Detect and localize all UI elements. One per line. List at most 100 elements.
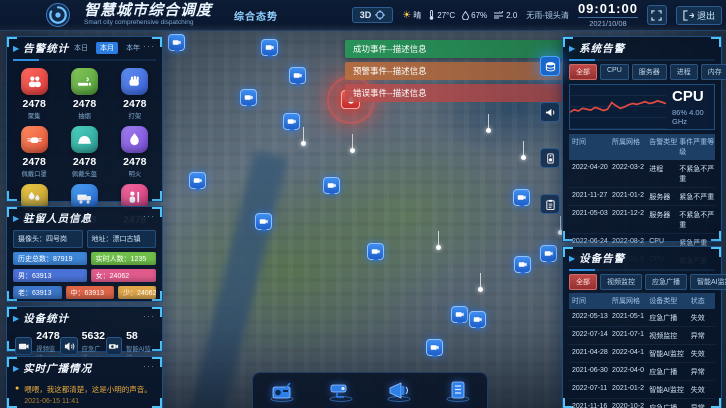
map-camera-marker[interactable] bbox=[289, 67, 306, 84]
map-camera-marker[interactable] bbox=[469, 311, 486, 328]
clock: 09:01:00 2021/10/08 bbox=[578, 2, 638, 28]
stat-bar: 实时人数：1235 bbox=[91, 252, 156, 265]
alarm-stat-open-flame[interactable]: 2478 明火 bbox=[110, 126, 160, 178]
right-icon-strip bbox=[540, 56, 560, 214]
camera-info: 摄像头：四号岗 bbox=[13, 230, 83, 248]
map-camera-marker[interactable] bbox=[240, 89, 257, 106]
map-camera-marker[interactable] bbox=[261, 39, 278, 56]
alarm-horn-icon bbox=[545, 107, 556, 118]
cctv-camera-button[interactable] bbox=[326, 377, 356, 405]
map-camera-marker[interactable] bbox=[514, 256, 531, 273]
ai-camera-icon bbox=[106, 337, 122, 355]
smoking-icon bbox=[71, 68, 98, 95]
alarm-stat-fight[interactable]: 2478 打架 bbox=[110, 68, 160, 120]
tab-overview[interactable]: 综合态势 bbox=[234, 8, 278, 23]
tab-ai[interactable]: 智能AI监控 bbox=[690, 274, 726, 290]
table-row[interactable]: 2021-05-03 2021-12-2 服务器 不紧急不严重 bbox=[569, 206, 715, 234]
camera-icon bbox=[172, 38, 181, 47]
app-title: 智慧城市综合调度 Smart city comprehensive dispat… bbox=[84, 3, 212, 27]
table-row[interactable]: 2022-07-14 2021-07-1 视频监控 异常 bbox=[569, 327, 715, 345]
alarm-stats-tabs: 本日 本月 本年 bbox=[70, 42, 144, 54]
map-poi-dot[interactable] bbox=[486, 128, 491, 133]
tab-today[interactable]: 本日 bbox=[70, 42, 92, 54]
map-camera-marker[interactable] bbox=[451, 306, 468, 323]
broadcast-message: 喂喂，我这都清楚，这是小明的声音。 bbox=[24, 384, 152, 395]
alarm-stat-helmet[interactable]: 2478 佩戴头盔 bbox=[59, 126, 109, 178]
map-poi-dot[interactable] bbox=[478, 287, 483, 292]
logout-icon bbox=[683, 10, 694, 21]
table-row[interactable]: 2021-11-16 2020-10-2 应急广播 异常 bbox=[569, 399, 715, 408]
app-logo-icon bbox=[46, 3, 70, 27]
kiosk-button[interactable] bbox=[443, 377, 473, 405]
strip-speaker-button[interactable] bbox=[540, 148, 560, 168]
top-header: 智慧城市综合调度 Smart city comprehensive dispat… bbox=[0, 0, 726, 31]
cell-time: 2022-07-11 bbox=[569, 385, 612, 395]
table-row[interactable]: 2021-04-28 2022-04-1 智能AI监控 失效 bbox=[569, 345, 715, 363]
more-menu[interactable]: ··· bbox=[143, 211, 155, 221]
alarm-stat-crowd[interactable]: 2478 聚集 bbox=[9, 68, 59, 120]
tab-broadcast[interactable]: 应急广播 bbox=[645, 274, 687, 290]
tab-cpu[interactable]: CPU bbox=[600, 64, 629, 80]
table-row[interactable]: 2022-04-20 2022-03-2 进程 不紧急不严重 bbox=[569, 160, 715, 188]
humidity-value: 67% bbox=[471, 11, 487, 20]
cell-device-type: 视频监控 bbox=[649, 331, 690, 341]
tab-server[interactable]: 服务器 bbox=[632, 64, 667, 80]
map-camera-marker[interactable] bbox=[323, 177, 340, 194]
fullscreen-button[interactable] bbox=[647, 5, 667, 25]
logout-button[interactable]: 退出 bbox=[676, 6, 722, 25]
sun-icon: ☀ bbox=[402, 10, 411, 21]
fight-icon bbox=[121, 68, 148, 95]
map-poi-dot[interactable] bbox=[521, 155, 526, 160]
tab-all[interactable]: 全部 bbox=[569, 274, 597, 290]
personnel-info-row: 摄像头：四号岗 地址：漂口古镇 bbox=[13, 230, 156, 248]
camera-icon bbox=[287, 117, 296, 126]
panel-divider bbox=[13, 59, 156, 61]
tab-memory[interactable]: 内存 bbox=[701, 64, 726, 80]
stat-bar: 男：63913 bbox=[13, 269, 87, 282]
strip-layers-button[interactable] bbox=[540, 56, 560, 76]
strip-alarm-button[interactable] bbox=[540, 102, 560, 122]
table-row[interactable]: 2022-07-11 2021-01-2 智能AI监控 失效 bbox=[569, 381, 715, 399]
map-camera-marker[interactable] bbox=[426, 339, 443, 356]
table-row[interactable]: 2021-06-30 2022-04-0 应急广播 异常 bbox=[569, 363, 715, 381]
tab-this-month[interactable]: 本月 bbox=[96, 42, 118, 54]
mask-icon bbox=[21, 126, 48, 153]
more-menu[interactable]: ··· bbox=[143, 311, 155, 321]
more-menu[interactable]: ··· bbox=[143, 41, 155, 51]
cell-status: 失效 bbox=[691, 385, 715, 395]
alarm-stat-smoking[interactable]: 2478 抽烟 bbox=[59, 68, 109, 120]
alarm-stat-value: 2478 bbox=[59, 98, 109, 110]
cell-grid: 2021-05-1 bbox=[612, 313, 649, 323]
tab-this-year[interactable]: 本年 bbox=[122, 42, 144, 54]
map-camera-marker[interactable] bbox=[367, 243, 384, 260]
strip-report-button[interactable] bbox=[540, 194, 560, 214]
cell-device-type: 智能AI监控 bbox=[649, 385, 690, 395]
cpu-info: CPU 86% 4.00 GHz bbox=[666, 85, 714, 129]
map-camera-marker[interactable] bbox=[189, 172, 206, 189]
map-poi-dot[interactable] bbox=[350, 148, 355, 153]
map-camera-marker[interactable] bbox=[168, 34, 185, 51]
map-camera-marker[interactable] bbox=[513, 189, 530, 206]
table-row[interactable]: 2022-05-13 2021-05-1 应急广播 失效 bbox=[569, 309, 715, 327]
map-tools-dock bbox=[252, 372, 488, 408]
map-camera-marker[interactable] bbox=[255, 213, 272, 230]
more-menu[interactable]: ··· bbox=[143, 361, 155, 371]
camera-icon bbox=[517, 193, 526, 202]
radio-device-button[interactable] bbox=[267, 377, 297, 405]
tab-video[interactable]: 视频监控 bbox=[600, 274, 642, 290]
table-row[interactable]: 2021-11-27 2021-01-2 服务器 紧急不严重 bbox=[569, 188, 715, 206]
map-camera-marker[interactable] bbox=[540, 245, 557, 262]
tab-all[interactable]: 全部 bbox=[569, 64, 597, 80]
cell-type: 服务器 bbox=[649, 192, 679, 202]
map-poi-dot[interactable] bbox=[436, 245, 441, 250]
col-severity: 事件严重等级 bbox=[679, 137, 715, 157]
alarm-stat-mask[interactable]: 2478 佩戴口罩 bbox=[9, 126, 59, 178]
map-poi-dot[interactable] bbox=[301, 141, 306, 146]
cell-device-type: 应急广播 bbox=[649, 403, 690, 408]
air-status: 无雨-镜头清 bbox=[526, 10, 569, 21]
map-camera-marker[interactable] bbox=[283, 113, 300, 130]
mode-3d-button[interactable]: 3D bbox=[352, 7, 394, 23]
tab-process[interactable]: 进程 bbox=[670, 64, 698, 80]
alarm-stat-label: 明火 bbox=[110, 169, 160, 178]
megaphone-button[interactable] bbox=[384, 377, 414, 405]
